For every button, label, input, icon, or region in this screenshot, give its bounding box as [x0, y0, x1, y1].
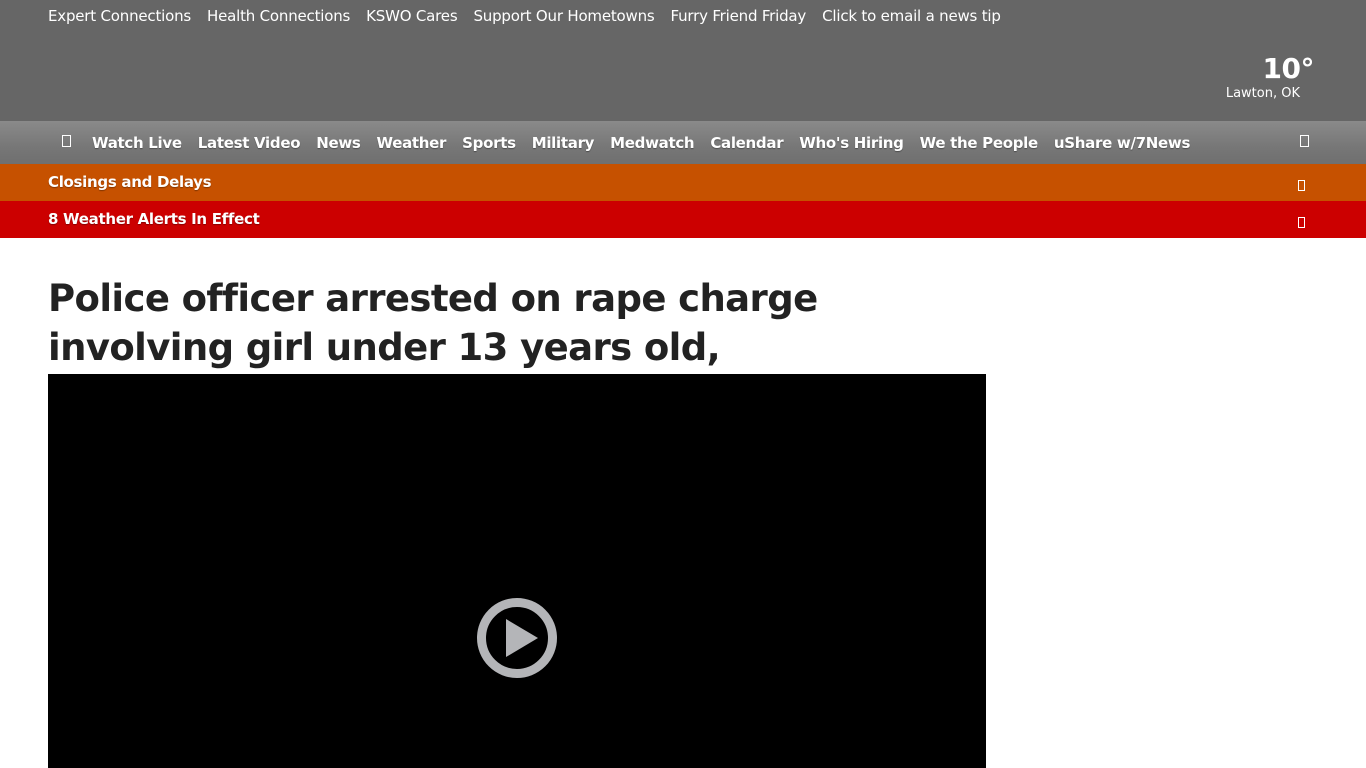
- util-link-support-our-hometowns[interactable]: Support Our Hometowns: [473, 7, 654, 25]
- util-link-kswo-cares[interactable]: KSWO Cares: [366, 7, 458, 25]
- util-link-furry-friend-friday[interactable]: Furry Friend Friday: [671, 7, 807, 25]
- nav-item-we-the-people[interactable]: We the People: [920, 134, 1039, 152]
- nav-item-sports[interactable]: Sports: [462, 134, 516, 152]
- nav-item-calendar[interactable]: Calendar: [710, 134, 783, 152]
- search-icon[interactable]: [1296, 133, 1312, 149]
- main-nav: Watch Live Latest Video News Weather Spo…: [0, 121, 1366, 164]
- site-header: Expert Connections Health Connections KS…: [0, 0, 1366, 121]
- nav-item-medwatch[interactable]: Medwatch: [610, 134, 694, 152]
- util-link-expert-connections[interactable]: Expert Connections: [48, 7, 191, 25]
- menu-icon[interactable]: [58, 133, 74, 149]
- weather-alerts-bar[interactable]: 8 Weather Alerts In Effect: [0, 201, 1366, 238]
- nav-item-whos-hiring[interactable]: Who's Hiring: [799, 134, 904, 152]
- weather-alerts-label: 8 Weather Alerts In Effect: [48, 210, 260, 228]
- weather-widget[interactable]: 10° Lawton, OK: [1194, 52, 1315, 102]
- nav-item-weather[interactable]: Weather: [377, 134, 447, 152]
- video-player[interactable]: [48, 374, 986, 768]
- nav-item-military[interactable]: Military: [532, 134, 595, 152]
- weather-temperature: 10°: [1262, 52, 1315, 85]
- util-link-email-news-tip[interactable]: Click to email a news tip: [822, 7, 1001, 25]
- closings-bar[interactable]: Closings and Delays: [0, 164, 1366, 201]
- play-triangle-icon: [506, 619, 538, 657]
- weather-location: Lawton, OK: [1225, 86, 1300, 101]
- util-link-health-connections[interactable]: Health Connections: [207, 7, 350, 25]
- nav-item-watch-live[interactable]: Watch Live: [92, 134, 182, 152]
- closings-chevron-icon[interactable]: [1298, 176, 1310, 191]
- main-nav-items: Watch Live Latest Video News Weather Spo…: [92, 121, 1190, 164]
- play-icon[interactable]: [477, 598, 557, 678]
- closings-label: Closings and Delays: [48, 173, 212, 191]
- nav-item-latest-video[interactable]: Latest Video: [198, 134, 301, 152]
- nav-item-news[interactable]: News: [316, 134, 361, 152]
- alerts-chevron-icon[interactable]: [1298, 213, 1310, 228]
- nav-item-ushare[interactable]: uShare w/7News: [1054, 134, 1190, 152]
- utility-links: Expert Connections Health Connections KS…: [48, 7, 1001, 25]
